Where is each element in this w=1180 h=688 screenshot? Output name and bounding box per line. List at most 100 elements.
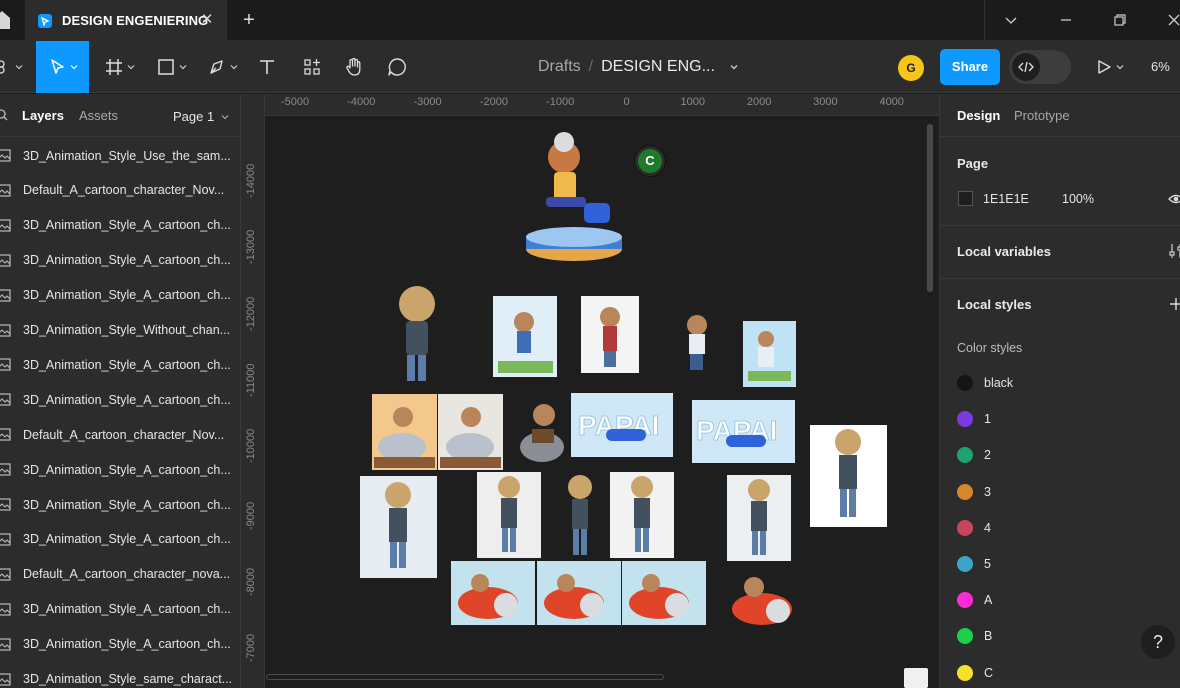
breadcrumb-drafts[interactable]: Drafts [538, 58, 581, 76]
layer-row[interactable]: 3D_Animation_Style_same_charact... [0, 662, 240, 688]
color-style-name: C [984, 665, 994, 680]
character-image[interactable]: PAPAI [571, 393, 673, 457]
layer-row[interactable]: 3D_Animation_Style_Use_the_sam... [0, 138, 240, 173]
layer-row[interactable]: Default_A_cartoon_character_nova... [0, 557, 240, 592]
color-style-row[interactable]: B [957, 626, 992, 646]
color-style-row[interactable]: 2 [957, 445, 991, 465]
character-image[interactable] [477, 472, 541, 558]
shape-tool[interactable] [152, 41, 192, 93]
canvas-area[interactable]: PAPAI PAPAI [266, 117, 939, 688]
character-image[interactable] [610, 472, 674, 558]
character-image[interactable] [520, 404, 564, 462]
comment-tool[interactable] [382, 41, 412, 93]
layer-row[interactable]: Default_A_cartoon_character_Nov... [0, 417, 240, 452]
character-image[interactable] [743, 321, 796, 387]
color-style-row[interactable]: 5 [957, 554, 991, 574]
layer-name: 3D_Animation_Style_A_cartoon_ch... [23, 218, 231, 233]
image-icon [0, 184, 11, 197]
layer-row[interactable]: 3D_Animation_Style_Without_chan... [0, 313, 240, 348]
search-icon[interactable] [0, 109, 8, 121]
ruler-tick-label: -14000 [245, 163, 257, 198]
chevron-down-icon [179, 65, 187, 70]
play-icon [1098, 60, 1111, 74]
ruler-tick-label: -12000 [245, 296, 257, 331]
file-name[interactable]: DESIGN ENG... [601, 58, 715, 76]
color-style-row[interactable]: A [957, 590, 992, 610]
character-image[interactable] [810, 425, 887, 527]
layer-row[interactable]: 3D_Animation_Style_A_cartoon_ch... [0, 208, 240, 243]
page-color-hex[interactable]: 1E1E1E [983, 192, 1029, 206]
color-style-row[interactable]: black [957, 373, 1013, 393]
color-style-row[interactable]: 4 [957, 518, 991, 538]
character-image[interactable] [360, 476, 437, 578]
canvas[interactable]: -5000 -4000 -3000 -2000 -1000 0 1000 2000 3000 40… [241, 94, 939, 688]
vertical-scrollbar[interactable] [927, 124, 933, 292]
chevron-down-icon[interactable] [1003, 12, 1019, 28]
layer-row[interactable]: 3D_Animation_Style_A_cartoon_ch... [0, 522, 240, 557]
layer-row[interactable]: 3D_Animation_Style_A_cartoon_ch... [0, 487, 240, 522]
layer-row[interactable]: Default_A_cartoon_character_Nov... [0, 173, 240, 208]
layer-row[interactable]: 3D_Animation_Style_A_cartoon_ch... [0, 347, 240, 382]
frame-tool[interactable] [100, 41, 140, 93]
layer-row[interactable]: 3D_Animation_Style_A_cartoon_ch... [0, 243, 240, 278]
character-image[interactable] [438, 394, 503, 470]
character-image[interactable] [493, 296, 557, 377]
tab-prototype[interactable]: Prototype [1014, 108, 1070, 123]
character-image[interactable] [581, 296, 639, 373]
tab-assets[interactable]: Assets [79, 108, 118, 123]
avatar[interactable]: G [898, 55, 924, 81]
horizontal-scrollbar[interactable] [266, 674, 664, 680]
page-color-swatch[interactable] [958, 191, 973, 206]
pen-tool[interactable] [203, 41, 243, 93]
tab-design[interactable]: Design [957, 108, 1000, 123]
color-style-row[interactable]: C [957, 663, 993, 683]
dev-mode-toggle[interactable] [1009, 50, 1071, 84]
hero-character-image[interactable] [526, 132, 622, 261]
eye-icon[interactable] [1168, 192, 1180, 206]
character-image[interactable] [687, 315, 707, 370]
chevron-down-icon[interactable] [729, 62, 739, 72]
character-image[interactable] [451, 561, 535, 625]
home-icon[interactable] [0, 10, 10, 30]
local-variables[interactable]: Local variables [957, 244, 1051, 259]
page-selector[interactable]: Page 1 [173, 109, 229, 124]
text-tool[interactable] [252, 41, 282, 93]
help-button[interactable]: ? [1141, 625, 1175, 659]
layer-name: 3D_Animation_Style_Use_the_sam... [23, 148, 231, 163]
character-image[interactable] [537, 561, 621, 625]
character-image[interactable] [622, 561, 706, 625]
tab-close-icon[interactable]: ✕ [199, 12, 215, 28]
close-window-icon[interactable] [1166, 12, 1180, 28]
character-image[interactable] [732, 577, 792, 625]
layer-row[interactable]: 3D_Animation_Style_A_cartoon_ch... [0, 278, 240, 313]
character-image[interactable] [372, 394, 437, 470]
hand-tool[interactable] [339, 41, 369, 93]
zoom-level[interactable]: 6% [1151, 59, 1170, 74]
character-image[interactable] [904, 668, 928, 688]
character-image[interactable]: PAPAI [692, 400, 795, 463]
color-style-row[interactable]: 1 [957, 409, 991, 429]
add-icon[interactable] [1168, 296, 1180, 312]
tab-layers[interactable]: Layers [22, 108, 64, 123]
maximize-icon[interactable] [1112, 12, 1128, 28]
layer-row[interactable]: 3D_Animation_Style_A_cartoon_ch... [0, 382, 240, 417]
layer-row[interactable]: 3D_Animation_Style_A_cartoon_ch... [0, 627, 240, 662]
file-tab[interactable]: DESIGN ENGENIERING ✕ [25, 0, 227, 41]
new-tab-button[interactable]: + [240, 10, 258, 30]
resources-tool[interactable] [297, 41, 327, 93]
image-icon [0, 533, 11, 546]
variables-icon[interactable] [1168, 243, 1180, 259]
main-menu-button[interactable] [0, 41, 28, 93]
character-image[interactable] [727, 475, 791, 561]
present-button[interactable] [1090, 41, 1130, 93]
image-icon [0, 463, 11, 476]
minimize-icon[interactable] [1058, 12, 1074, 28]
move-tool[interactable] [36, 41, 89, 93]
layer-row[interactable]: 3D_Animation_Style_A_cartoon_ch... [0, 592, 240, 627]
color-style-row[interactable]: 3 [957, 482, 991, 502]
layer-row[interactable]: 3D_Animation_Style_A_cartoon_ch... [0, 452, 240, 487]
page-opacity[interactable]: 100% [1062, 192, 1094, 206]
character-image[interactable] [568, 475, 592, 555]
character-image[interactable] [399, 286, 435, 381]
share-button[interactable]: Share [940, 49, 1000, 85]
